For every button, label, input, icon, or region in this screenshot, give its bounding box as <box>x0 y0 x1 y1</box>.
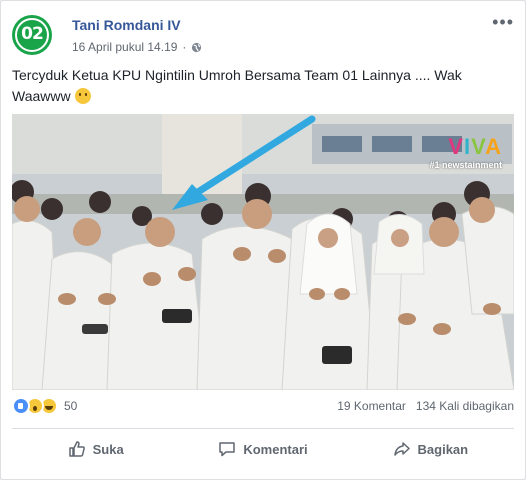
post-header: 02 Tani Romdani IV 16 April pukul 14.19 … <box>12 11 514 59</box>
post-timestamp[interactable]: 16 April pukul 14.19 <box>72 40 177 54</box>
more-options-icon[interactable]: ••• <box>492 13 514 31</box>
thinking-face-emoji <box>74 88 91 104</box>
like-reaction-icon <box>12 397 30 415</box>
action-bar: Suka Komentari Bagikan <box>12 432 514 466</box>
avatar-number: 02 <box>21 24 44 44</box>
comment-share-counts: 19 Komentar 134 Kali dibagikan <box>337 399 514 413</box>
watermark-logo: VIVA <box>448 134 502 159</box>
post-card: 02 Tani Romdani IV 16 April pukul 14.19 … <box>0 0 526 480</box>
watermark-tag: #1 newstainment <box>429 160 502 170</box>
post-meta: 16 April pukul 14.19 · <box>72 40 202 54</box>
divider <box>12 428 514 429</box>
reactions-summary[interactable]: 50 <box>12 397 77 415</box>
engagement-stats: 50 19 Komentar 134 Kali dibagikan <box>12 397 514 419</box>
comment-icon <box>219 442 236 457</box>
reaction-count[interactable]: 50 <box>64 399 77 413</box>
share-icon <box>393 442 410 456</box>
comment-count[interactable]: 19 Komentar <box>337 399 406 413</box>
avatar[interactable]: 02 <box>12 15 52 55</box>
like-button[interactable]: Suka <box>12 432 179 466</box>
author-name[interactable]: Tani Romdani IV <box>72 17 181 33</box>
share-count[interactable]: 134 Kali dibagikan <box>416 399 514 413</box>
watermark: VIVA #1 newstainment <box>429 134 502 170</box>
like-label: Suka <box>92 441 124 457</box>
comment-button[interactable]: Komentari <box>179 432 346 466</box>
post-text: Tercyduk Ketua KPU Ngintilin Umroh Bersa… <box>12 65 492 107</box>
share-button[interactable]: Bagikan <box>347 432 514 466</box>
globe-icon[interactable] <box>191 42 202 53</box>
post-photo[interactable]: VIVA #1 newstainment <box>12 114 514 390</box>
comment-label: Komentari <box>243 441 308 457</box>
share-label: Bagikan <box>417 441 469 457</box>
thumbs-up-icon <box>68 441 85 457</box>
